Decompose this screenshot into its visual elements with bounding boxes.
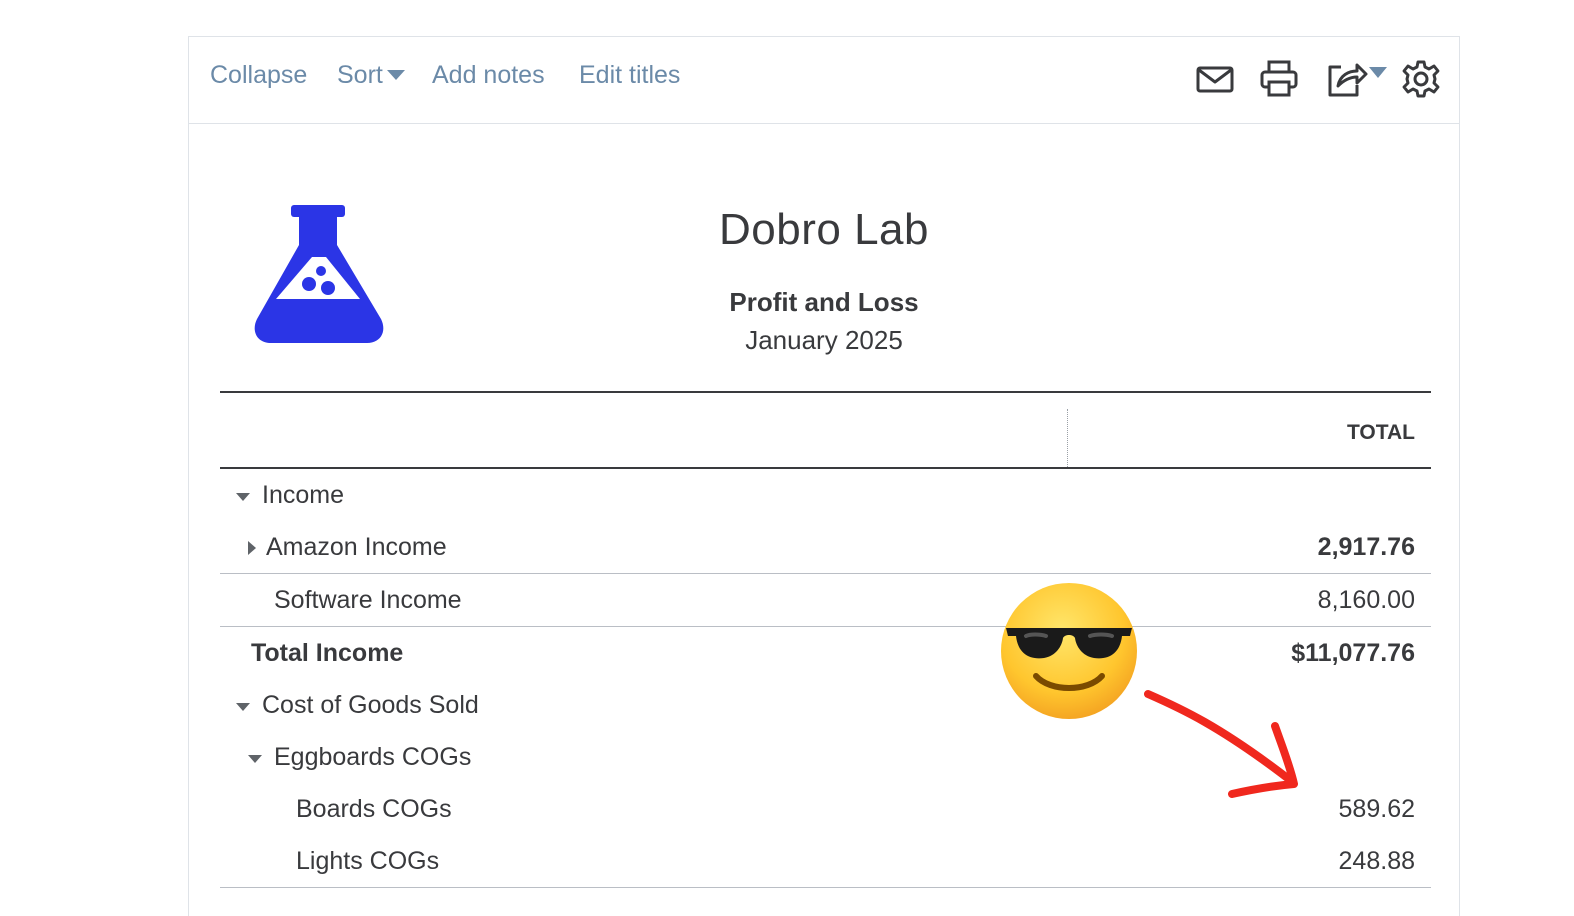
row-amount[interactable]: 2,917.76 <box>1318 533 1415 562</box>
row-label: Cost of Goods Sold <box>262 691 479 719</box>
gear-icon[interactable] <box>1401 59 1441 99</box>
export-icon[interactable] <box>1325 59 1389 99</box>
edit-titles-link[interactable]: Edit titles <box>579 59 680 91</box>
chevron-down-icon <box>386 70 405 81</box>
print-icon[interactable] <box>1259 59 1299 99</box>
table-row: Income <box>220 469 1431 521</box>
table-row[interactable]: Software Income 8,160.00 <box>220 574 1431 627</box>
report-period: January 2025 <box>745 325 903 355</box>
row-label: Income <box>262 481 344 509</box>
row-label[interactable]: Lights COGs <box>296 847 439 876</box>
column-header-total[interactable]: TOTAL <box>1347 421 1415 445</box>
report-table: TOTAL Income Amazon Income 2,917.76 Soft… <box>220 391 1431 888</box>
row-label[interactable]: Boards COGs <box>296 795 452 824</box>
row-amount[interactable]: $11,077.76 <box>1291 639 1415 668</box>
add-notes-link[interactable]: Add notes <box>432 59 545 91</box>
sort-label: Sort <box>337 61 383 89</box>
collapse-link[interactable]: Collapse <box>210 59 307 91</box>
red-arrow-annotation <box>1140 680 1310 810</box>
row-amount[interactable]: 8,160.00 <box>1318 586 1415 615</box>
table-header: TOTAL <box>220 391 1431 469</box>
mail-icon[interactable] <box>1195 59 1235 99</box>
table-row[interactable]: Amazon Income 2,917.76 <box>220 521 1431 574</box>
sunglasses-emoji-icon <box>998 580 1140 722</box>
chevron-down-icon <box>1369 67 1387 78</box>
company-name: Dobro Lab <box>719 205 929 254</box>
table-row: Total Income $11,077.76 <box>220 627 1431 679</box>
expand-triangle-icon[interactable] <box>248 541 256 555</box>
row-label[interactable]: Amazon Income <box>266 533 447 562</box>
row-label[interactable]: Software Income <box>274 586 462 615</box>
column-divider <box>1067 409 1068 467</box>
row-amount[interactable]: 248.88 <box>1339 847 1415 876</box>
table-row[interactable]: Lights COGs 248.88 <box>220 835 1431 888</box>
collapse-triangle-icon[interactable] <box>236 493 250 501</box>
row-label: Total Income <box>251 639 404 667</box>
row-amount[interactable]: 589.62 <box>1339 795 1415 824</box>
row-label: Eggboards COGs <box>274 743 472 771</box>
sort-dropdown[interactable]: Sort <box>337 59 405 91</box>
collapse-triangle-icon[interactable] <box>236 703 250 711</box>
collapse-triangle-icon[interactable] <box>248 755 262 763</box>
report-toolbar: Collapse Sort Add notes Edit titles <box>189 37 1459 124</box>
report-title: Profit and Loss <box>729 287 919 317</box>
